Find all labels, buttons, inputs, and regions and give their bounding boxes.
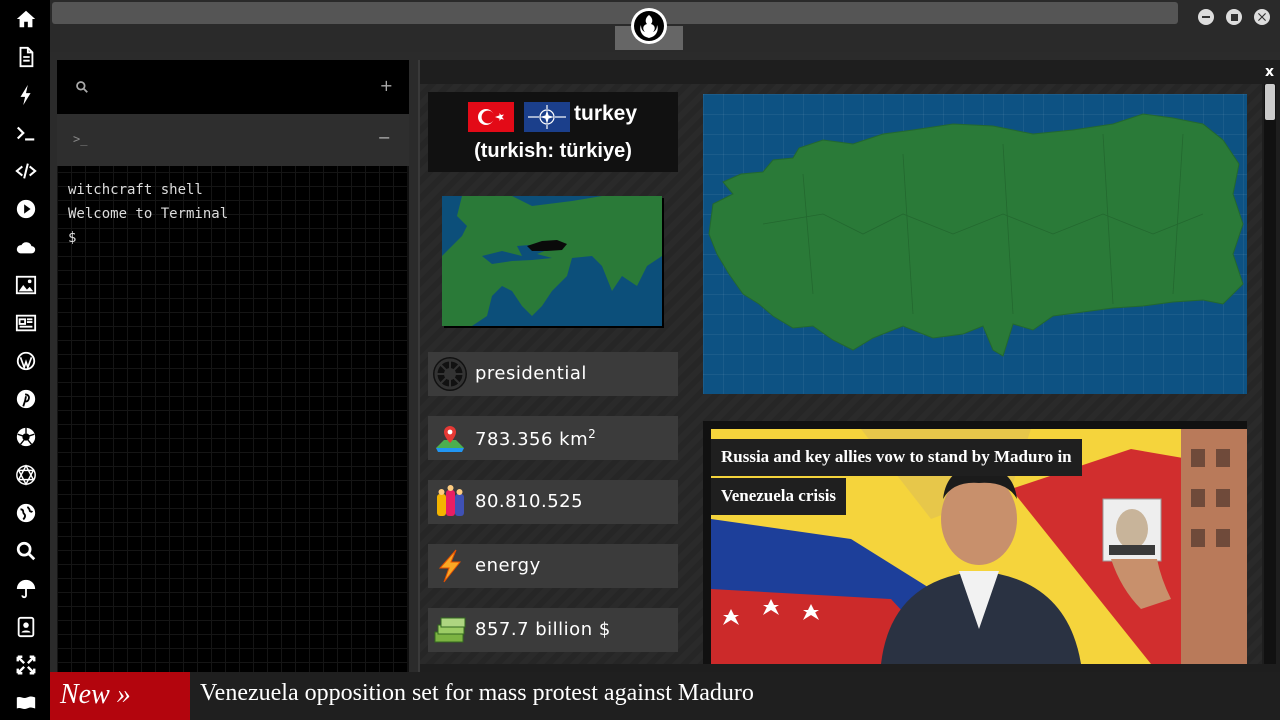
close-terminal-button[interactable]: − — [378, 128, 391, 147]
terminal-icon[interactable] — [13, 120, 39, 146]
scrollbar-thumb[interactable] — [1265, 84, 1275, 120]
search-icon[interactable] — [13, 538, 39, 564]
terminal-search-bar[interactable]: + — [57, 60, 409, 114]
country-info-panel: x turkey (turkish: türkiye) presidential… — [418, 60, 1280, 672]
search-icon — [75, 80, 89, 98]
government-type: presidential — [475, 363, 587, 384]
terminal-line: Welcome to Terminal — [68, 206, 229, 222]
pinterest-icon[interactable] — [13, 386, 39, 412]
map-pin-icon — [436, 426, 464, 452]
bolt-icon[interactable] — [13, 82, 39, 108]
aperture-icon[interactable] — [13, 424, 39, 450]
add-terminal-button[interactable]: + — [380, 76, 393, 95]
flag-icon[interactable] — [13, 690, 39, 716]
rebel-alliance-icon — [631, 8, 667, 44]
population-icon — [437, 485, 464, 516]
contact-icon[interactable] — [13, 614, 39, 640]
area-value: 783.356 km2 — [475, 427, 597, 450]
gdp-row: 857.7 billion $ — [428, 608, 678, 652]
terminal-panel: + >_ − witchcraft shell Welcome to Termi… — [57, 60, 409, 672]
wordpress-icon[interactable] — [13, 348, 39, 374]
cloud-icon[interactable] — [13, 234, 39, 260]
news-icon[interactable] — [13, 310, 39, 336]
maximize-button[interactable] — [1226, 9, 1242, 25]
news-headline[interactable]: Russia and key allies vow to stand by Ma… — [711, 437, 1111, 515]
country-map[interactable] — [703, 94, 1247, 394]
ticker-new-badge[interactable]: New » — [50, 672, 190, 720]
news-image[interactable]: Russia and key allies vow to stand by Ma… — [711, 429, 1247, 664]
globe-icon[interactable] — [13, 500, 39, 526]
network-icon[interactable] — [13, 462, 39, 488]
population-row: 80.810.525 — [428, 480, 678, 524]
area-row: 783.356 km2 — [428, 416, 678, 460]
lightning-icon — [438, 549, 462, 583]
image-icon[interactable] — [13, 272, 39, 298]
expand-icon[interactable] — [13, 652, 39, 678]
icon-sidebar — [0, 0, 50, 720]
prompt-icon: >_ — [73, 132, 88, 146]
close-window-button[interactable] — [1254, 9, 1270, 25]
top-bar — [50, 0, 1280, 52]
nato-flag-icon — [524, 102, 570, 132]
minimize-button[interactable] — [1198, 9, 1214, 25]
country-native-name: (turkish: türkiye) — [474, 140, 632, 162]
close-panel-button[interactable]: x — [1265, 64, 1274, 80]
world-minimap[interactable] — [442, 196, 662, 326]
resource-row: energy — [428, 544, 678, 588]
turkey-map-graphic — [708, 113, 1244, 357]
terminal-line: witchcraft shell — [68, 182, 203, 198]
news-ticker: New » Venezuela opposition set for mass … — [50, 672, 1280, 720]
umbrella-icon[interactable] — [13, 576, 39, 602]
news-card: Russia and key allies vow to stand by Ma… — [703, 421, 1247, 664]
country-name: turkey — [574, 102, 638, 125]
home-icon[interactable] — [13, 6, 39, 32]
home-tab[interactable] — [615, 0, 683, 50]
info-content: turkey (turkish: türkiye) presidential 7… — [420, 84, 1262, 664]
gdp-value: 857.7 billion $ — [475, 619, 611, 640]
code-icon[interactable] — [13, 158, 39, 184]
empire-icon — [433, 357, 467, 391]
terminal-output[interactable]: witchcraft shell Welcome to Terminal $ — [68, 178, 228, 250]
document-icon[interactable] — [13, 44, 39, 70]
minimap-graphic — [442, 196, 662, 326]
turkey-flag-icon — [468, 102, 514, 132]
resource-value: energy — [475, 555, 541, 576]
play-icon[interactable] — [13, 196, 39, 222]
country-header: turkey (turkish: türkiye) — [428, 92, 678, 172]
ticker-headline[interactable]: Venezuela opposition set for mass protes… — [200, 680, 754, 707]
population-value: 80.810.525 — [475, 491, 584, 512]
terminal-prompt: $ — [68, 230, 77, 246]
terminal-tab[interactable]: >_ − — [57, 114, 409, 166]
scrollbar[interactable] — [1264, 84, 1276, 664]
government-row: presidential — [428, 352, 678, 396]
money-icon — [434, 617, 466, 643]
